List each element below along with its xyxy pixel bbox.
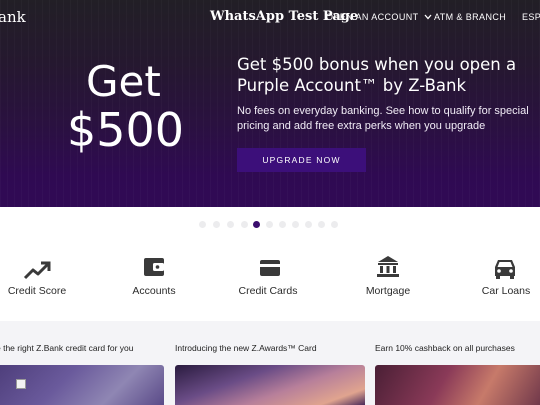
carousel-dot-10[interactable] (318, 221, 325, 228)
hero-subtext: No fees on everyday banking. See how to … (237, 105, 529, 132)
category-label: Car Loans (481, 285, 531, 297)
bank-icon (343, 256, 433, 280)
nav-espanol[interactable]: ESPA (522, 12, 540, 22)
nav-open-account-label: OPEN AN ACCOUNT (326, 12, 419, 22)
category-label: Credit Score (7, 285, 67, 297)
carousel-dot-9[interactable] (305, 221, 312, 228)
carousel-dot-4[interactable] (241, 221, 248, 228)
car-icon (461, 256, 540, 280)
promo-card-3[interactable]: Earn 10% cashback on all purchases (375, 321, 540, 405)
category-car-loans[interactable]: Car Loans (461, 256, 540, 297)
upgrade-now-button[interactable]: UPGRADE NOW (237, 148, 366, 172)
category-credit-score[interactable]: Credit Score (0, 256, 82, 297)
promo-card-title: Earn 10% cashback on all purchases (375, 343, 515, 353)
carousel-dot-7[interactable] (279, 221, 286, 228)
category-accounts[interactable]: Accounts (109, 256, 199, 297)
promo-card-image (175, 365, 365, 405)
carousel-dot-6[interactable] (266, 221, 273, 228)
carousel-dot-11[interactable] (331, 221, 338, 228)
hero-banner: ank WhatsApp Test Page OPEN AN ACCOUNT A… (0, 0, 540, 207)
carousel-dot-5[interactable] (253, 221, 260, 228)
carousel-dot-1[interactable] (199, 221, 206, 228)
bank-logo[interactable]: ank (0, 8, 26, 26)
promo-card-2[interactable]: Introducing the new Z.Awards™ Card (175, 321, 365, 405)
trend-up-icon (0, 256, 82, 280)
promo-card-1[interactable]: e the right Z.Bank credit card for you (0, 321, 164, 405)
promo-card-image (0, 365, 164, 405)
category-label: Accounts (132, 285, 176, 297)
category-mortgage[interactable]: Mortgage (343, 256, 433, 297)
wallet-icon (109, 256, 199, 280)
carousel-dot-2[interactable] (213, 221, 220, 228)
chevron-down-icon (424, 13, 432, 22)
broken-image-icon (16, 379, 26, 389)
hero-big-get: Get (86, 57, 161, 106)
carousel-dot-8[interactable] (292, 221, 299, 228)
category-label: Credit Cards (238, 285, 298, 297)
nav-atm-branch[interactable]: ATM & BRANCH (434, 12, 506, 22)
hero-big-amount: $500 (67, 103, 185, 157)
credit-card-icon (223, 256, 313, 280)
hero-headline: Get $500 bonus when you open a Purple Ac… (237, 55, 517, 95)
promo-card-image (375, 365, 540, 405)
category-credit-cards[interactable]: Credit Cards (223, 256, 313, 297)
carousel-dot-3[interactable] (227, 221, 234, 228)
promo-card-title: Introducing the new Z.Awards™ Card (175, 343, 317, 353)
category-label: Mortgage (365, 285, 411, 297)
promo-card-title: e the right Z.Bank credit card for you (0, 343, 134, 353)
nav-open-account[interactable]: OPEN AN ACCOUNT (326, 12, 432, 22)
